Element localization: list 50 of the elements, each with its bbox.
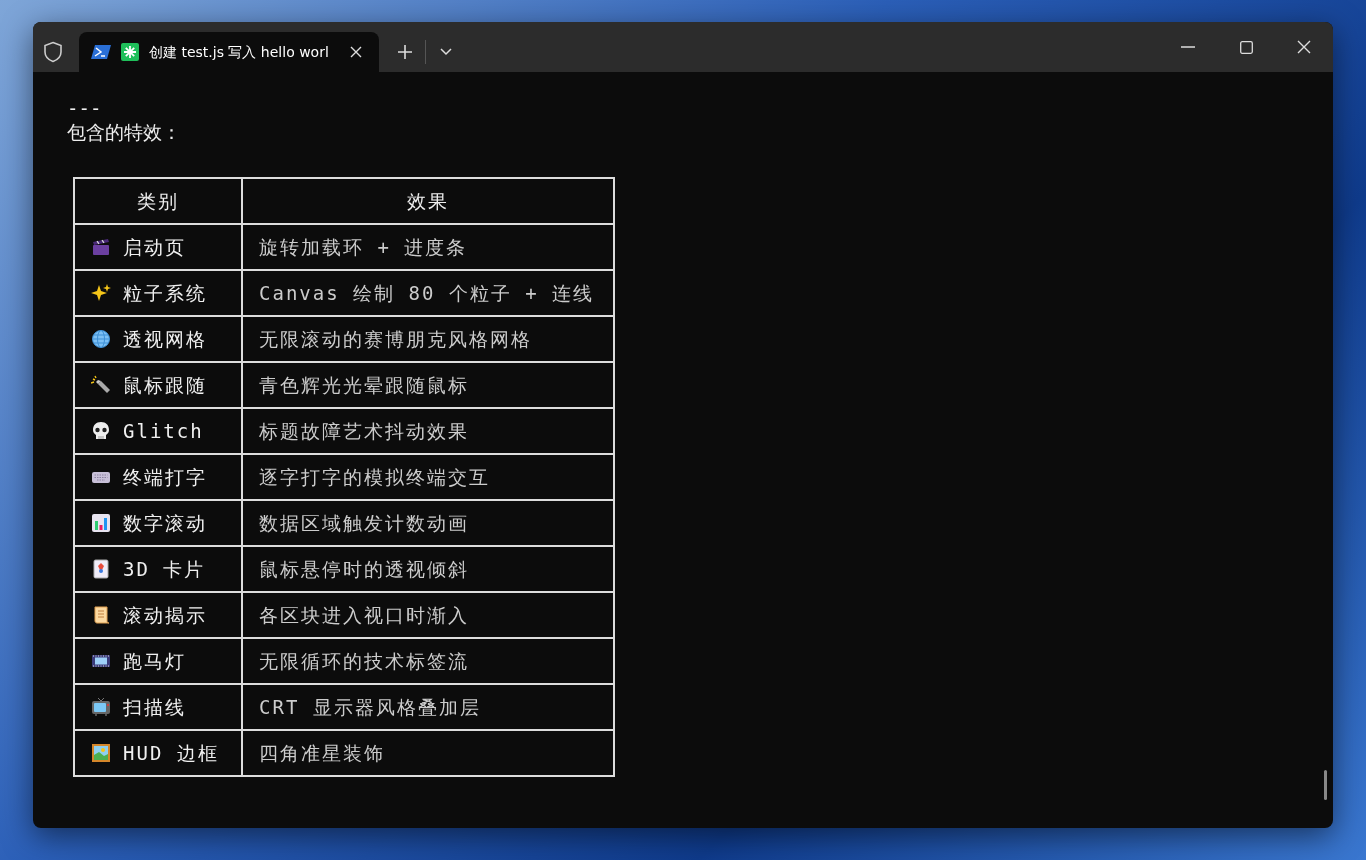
terminal-line: --- xyxy=(67,96,103,120)
globe-icon xyxy=(91,329,111,349)
category-label: 数字滚动 xyxy=(123,510,207,536)
effect-cell: 无限循环的技术标签流 xyxy=(242,638,614,684)
category-label: HUD 边框 xyxy=(123,740,219,766)
maximize-icon xyxy=(1239,40,1253,54)
close-icon xyxy=(1297,40,1311,54)
minimize-icon xyxy=(1181,46,1195,48)
category-label: 终端打字 xyxy=(123,464,207,490)
television-icon xyxy=(91,697,111,717)
tab-title: 创建 test.js 写入 hello worl xyxy=(149,42,330,62)
effect-cell: Canvas 绘制 80 个粒子 + 连线 xyxy=(242,270,614,316)
category-label: 跑马灯 xyxy=(123,648,186,674)
category-label: 扫描线 xyxy=(123,694,186,720)
terminal-tab[interactable]: 创建 test.js 写入 hello worl xyxy=(79,32,379,72)
column-header: 类别 xyxy=(74,178,242,224)
effect-cell: 旋转加载环 + 进度条 xyxy=(242,224,614,270)
playing-card-icon xyxy=(91,559,111,579)
clapperboard-icon xyxy=(91,237,111,257)
chevron-down-icon xyxy=(440,48,452,56)
category-label: 透视网格 xyxy=(123,326,207,352)
category-label: 鼠标跟随 xyxy=(123,372,207,398)
bar-chart-icon xyxy=(91,513,111,533)
paper-scroll-icon xyxy=(91,605,111,625)
column-header: 效果 xyxy=(242,178,614,224)
flashlight-icon xyxy=(91,375,111,395)
effect-cell: 无限滚动的赛博朋克风格网格 xyxy=(242,316,614,362)
powershell-icon xyxy=(91,44,111,60)
effect-cell: 鼠标悬停时的透视倾斜 xyxy=(242,546,614,592)
effect-cell: CRT 显示器风格叠加层 xyxy=(242,684,614,730)
asterisk-icon xyxy=(121,43,139,61)
shield-icon[interactable] xyxy=(43,41,63,63)
effect-cell: 青色辉光光晕跟随鼠标 xyxy=(242,362,614,408)
category-label: Glitch xyxy=(123,418,204,444)
close-icon xyxy=(350,46,362,58)
effect-cell: 四角准星装饰 xyxy=(242,730,614,776)
category-label: 粒子系统 xyxy=(123,280,207,306)
effect-cell: 标题故障艺术抖动效果 xyxy=(242,408,614,454)
effect-cell: 各区块进入视口时渐入 xyxy=(242,592,614,638)
skull-icon xyxy=(91,421,111,441)
framed-picture-icon xyxy=(91,743,111,763)
plus-icon xyxy=(398,45,412,59)
scrollbar-thumb[interactable] xyxy=(1324,770,1327,800)
effect-cell: 数据区域触发计数动画 xyxy=(242,500,614,546)
category-label: 启动页 xyxy=(123,234,186,260)
category-label: 滚动揭示 xyxy=(123,602,207,628)
category-label: 3D 卡片 xyxy=(123,556,206,582)
terminal-line: 包含的特效： xyxy=(67,120,182,144)
effect-cell: 逐字打字的模拟终端交互 xyxy=(242,454,614,500)
sparkles-icon xyxy=(91,283,111,303)
